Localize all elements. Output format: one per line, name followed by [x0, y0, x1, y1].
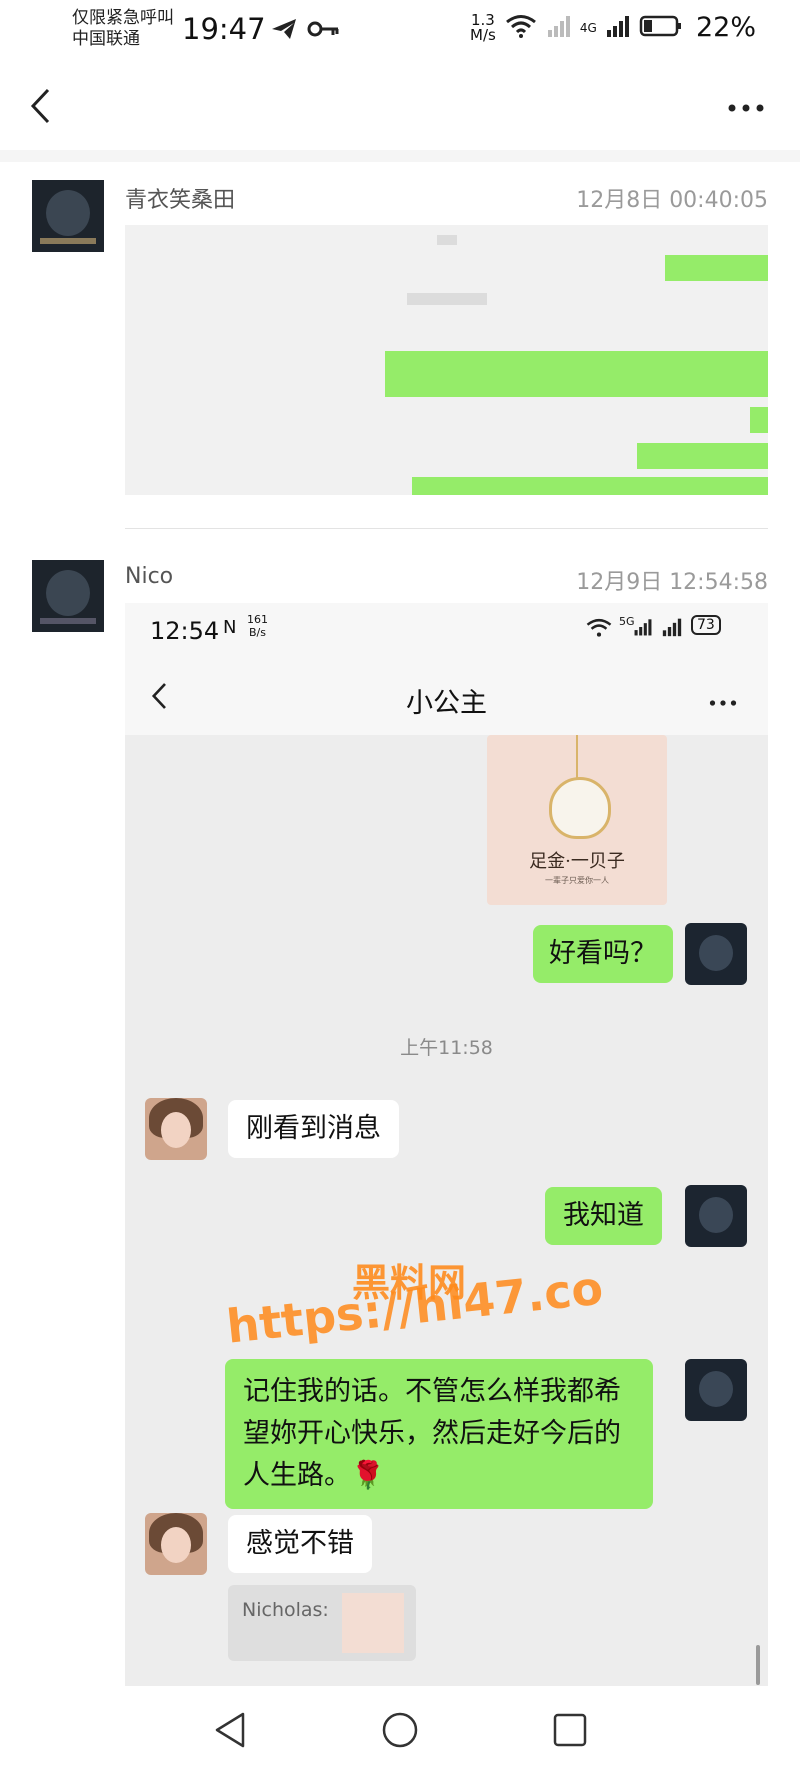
quoted-message: Nicholas: — [228, 1585, 416, 1661]
message-bubble-sent: 记住我的话。不管怎么样我都希望妳开心快乐，然后走好今后的人生路。🌹 — [225, 1359, 653, 1509]
screenshot-chat-header: 小公主 — [125, 663, 768, 735]
scrollbar — [756, 1645, 760, 1685]
quote-sender: Nicholas: — [242, 1599, 329, 1621]
post-author[interactable]: 青衣笑桑田 — [125, 182, 235, 214]
product-title: 足金·一贝子 — [529, 851, 625, 872]
back-icon[interactable] — [28, 86, 58, 126]
screenshot-net-speed: 161 B/s — [247, 613, 268, 639]
battery-percent: 22% — [696, 12, 757, 43]
battery-icon — [639, 14, 683, 42]
nfc-icon: N — [223, 617, 237, 638]
post-time: 12月8日 00:40:05 — [576, 188, 768, 213]
nav-back-icon[interactable] — [212, 1710, 248, 1754]
avatar — [145, 1098, 207, 1160]
quote-thumbnail — [342, 1593, 404, 1653]
post-time: 12月9日 12:54:58 — [576, 570, 768, 595]
header-divider — [0, 150, 800, 162]
net-speed-unit: M/s — [470, 26, 496, 44]
nav-home-icon[interactable] — [380, 1710, 420, 1754]
message-bubble-sent: 好看吗？ — [533, 925, 673, 983]
chat-title: 小公主 — [406, 688, 487, 719]
wifi-icon — [504, 13, 538, 43]
avatar[interactable] — [32, 560, 104, 632]
navigation-bar — [0, 1690, 800, 1777]
carrier-info: 仅限紧急呼叫 中国联通 — [72, 8, 174, 50]
avatar — [685, 1185, 747, 1247]
screenshot-battery: 73 — [691, 615, 721, 635]
signal-icon — [661, 617, 683, 641]
status-time: 19:47 — [182, 12, 266, 46]
carrier-name: 中国联通 — [72, 29, 140, 49]
product-subtitle: 一辈子只爱你一人 — [545, 876, 609, 885]
message-timestamp: 上午11:58 — [400, 1037, 493, 1059]
status-icons: 1.3 M/s 4G — [470, 10, 683, 46]
network-type: 4G — [579, 21, 597, 35]
avatar — [685, 923, 747, 985]
nav-recents-icon[interactable] — [552, 1712, 588, 1752]
wifi-icon — [585, 617, 613, 643]
more-icon[interactable] — [726, 84, 766, 122]
chat-screenshot-image[interactable]: 12:54 N 161 B/s 5G 73 小公主 足金·一贝子 一辈子只爱你一… — [125, 603, 768, 1686]
signal-icon-2 — [605, 14, 631, 42]
avatar — [685, 1359, 747, 1421]
message-bubble-received: 刚看到消息 — [228, 1100, 399, 1158]
more-icon — [708, 693, 738, 712]
shell-pendant-icon — [549, 777, 611, 839]
signal-icon — [546, 14, 572, 42]
key-icon — [306, 18, 340, 44]
screenshot-status-bar: 12:54 N 161 B/s 5G 73 — [125, 603, 768, 663]
message-bubble-received: 感觉不错 — [228, 1515, 372, 1573]
telegram-icon — [270, 17, 300, 45]
avatar[interactable] — [32, 180, 104, 252]
signal-icon — [633, 617, 653, 641]
post-author[interactable]: Nico — [125, 564, 173, 589]
chat-screenshot-image[interactable] — [125, 225, 768, 495]
screenshot-time: 12:54 — [150, 617, 220, 645]
post-divider — [125, 528, 768, 529]
product-image[interactable]: 足金·一贝子 一辈子只爱你一人 — [487, 735, 667, 905]
message-bubble-sent: 我知道 — [545, 1187, 662, 1245]
emergency-call-text: 仅限紧急呼叫 — [72, 8, 174, 28]
avatar — [145, 1513, 207, 1575]
